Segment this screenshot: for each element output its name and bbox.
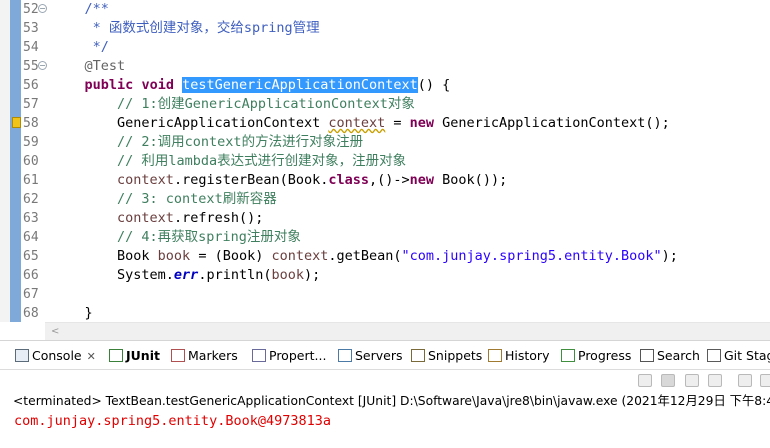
code-text: // 3: context刷新容器	[117, 191, 277, 207]
scroll-left-icon[interactable]: <	[51, 326, 59, 337]
code-text: // 2:调用context的方法进行对象注册	[117, 134, 364, 150]
code-line[interactable]: 66 System.err.println(book);	[0, 266, 770, 285]
code-line[interactable]: 61 context.registerBean(Book.class,()->n…	[0, 171, 770, 190]
search-icon	[640, 349, 654, 362]
code-text: // 4:再获取spring注册对象	[117, 229, 301, 245]
code-text: System.err.println(book);	[52, 267, 321, 283]
warning-marker-icon[interactable]	[12, 117, 21, 128]
code-line[interactable]: 59 // 2:调用context的方法进行对象注册	[0, 133, 770, 152]
code-text: */	[52, 39, 109, 55]
tab-console[interactable]: Console ✕	[15, 347, 96, 365]
code-text: /**	[84, 1, 109, 17]
tab-propert[interactable]: Propert...	[252, 347, 326, 365]
tab-history[interactable]: History	[488, 347, 549, 365]
code-editor[interactable]: 52− /** 53 * 函数式创建对象，交给spring管理 54 */55− @…	[0, 0, 770, 340]
code-line[interactable]: 52− /**	[0, 0, 770, 19]
tab-label: Snippets	[428, 348, 483, 363]
history-icon	[488, 349, 502, 362]
tab-label: History	[505, 348, 550, 363]
code-text: * 函数式创建对象，交给spring管理	[52, 20, 320, 36]
scroll-lock-icon[interactable]	[638, 374, 652, 387]
console-icon	[15, 349, 29, 362]
console-launch-header: <terminated> TextBean.testGenericApplica…	[13, 394, 770, 408]
code-text: @Test	[84, 58, 126, 74]
console-toolbar	[0, 370, 770, 392]
code-text: }	[52, 305, 93, 321]
line-number: 60	[23, 154, 39, 169]
remove-all-icon[interactable]	[708, 374, 722, 387]
code-line[interactable]: 62 // 3: context刷新容器	[0, 190, 770, 209]
code-line[interactable]: 53 * 函数式创建对象，交给spring管理	[0, 19, 770, 38]
console-output[interactable]: com.junjay.spring5.entity.Book@4973813a	[14, 411, 770, 431]
line-number: 53	[23, 21, 39, 36]
tab-label: Propert...	[269, 348, 327, 363]
fold-toggle-icon[interactable]: −	[38, 61, 47, 70]
tab-label: Console	[32, 348, 82, 363]
tab-label: Search	[657, 348, 700, 363]
line-number: 61	[23, 173, 39, 188]
code-line[interactable]: 68 }	[0, 304, 770, 323]
code-line[interactable]: 60 // 利用lambda表达式进行创建对象，注册对象	[0, 152, 770, 171]
line-number: 58	[23, 116, 39, 131]
code-text: // 利用lambda表达式进行创建对象，注册对象	[117, 153, 407, 169]
tab-label: JUnit	[126, 348, 160, 363]
line-number: 64	[23, 230, 39, 245]
code-line[interactable]: 55− @Test	[0, 57, 770, 76]
code-text: context.registerBean(Book.class,()->new …	[117, 172, 508, 188]
code-line[interactable]: 58 GenericApplicationContext context = n…	[0, 114, 770, 133]
close-icon[interactable]: ✕	[87, 350, 96, 363]
progress-icon	[561, 349, 575, 362]
tab-git-stag[interactable]: Git Stag	[707, 347, 770, 365]
fold-toggle-icon[interactable]: −	[38, 4, 47, 13]
line-number: 65	[23, 249, 39, 264]
line-number: 62	[23, 192, 39, 207]
code-line[interactable]: 65 Book book = (Book) context.getBean("c…	[0, 247, 770, 266]
view-tab-bar: Console ✕ JUnit Markers Propert... Servers Sni…	[0, 340, 770, 370]
code-line[interactable]: 67	[0, 285, 770, 304]
tab-junit[interactable]: JUnit	[109, 347, 160, 365]
code-text: public void testGenericApplicationContex…	[84, 77, 451, 93]
pin-console-icon[interactable]	[760, 374, 770, 387]
properties-icon	[252, 349, 266, 362]
code-text: GenericApplicationContext context = new …	[52, 115, 670, 131]
tab-label: Git Stag	[724, 348, 770, 363]
tab-label: Progress	[578, 348, 632, 363]
line-number: 56	[23, 78, 39, 93]
line-number: 67	[23, 287, 39, 302]
code-line[interactable]: 54 */	[0, 38, 770, 57]
code-text: Book book = (Book) context.getBean("com.…	[52, 248, 678, 264]
tab-label: Markers	[188, 348, 238, 363]
code-line[interactable]: 64 // 4:再获取spring注册对象	[0, 228, 770, 247]
line-number: 66	[23, 268, 39, 283]
code-line[interactable]: 56 public void testGenericApplicationCon…	[0, 76, 770, 95]
line-number: 63	[23, 211, 39, 226]
code-text: context.refresh();	[117, 210, 264, 226]
remove-launch-icon[interactable]	[685, 374, 699, 387]
junit-icon	[109, 349, 123, 362]
snippets-icon	[411, 349, 425, 362]
servers-icon	[338, 349, 352, 362]
code-text: // 1:创建GenericApplicationContext对象	[117, 96, 415, 112]
code-line[interactable]: 57 // 1:创建GenericApplicationContext对象	[0, 95, 770, 114]
terminate-icon[interactable]	[661, 374, 675, 387]
tab-markers[interactable]: Markers	[171, 347, 238, 365]
markers-icon	[171, 349, 185, 362]
code-line[interactable]: 63 context.refresh();	[0, 209, 770, 228]
tab-label: Servers	[355, 348, 403, 363]
line-number: 54	[23, 40, 39, 55]
tab-progress[interactable]: Progress	[561, 347, 631, 365]
line-number: 68	[23, 306, 39, 321]
tab-snippets[interactable]: Snippets	[411, 347, 482, 365]
git-staging-icon	[707, 349, 721, 362]
horizontal-scrollbar[interactable]: <	[45, 322, 770, 340]
line-number: 57	[23, 97, 39, 112]
clear-console-icon[interactable]	[738, 374, 752, 387]
line-number: 59	[23, 135, 39, 150]
tab-search[interactable]: Search	[640, 347, 700, 365]
tab-servers[interactable]: Servers	[338, 347, 403, 365]
